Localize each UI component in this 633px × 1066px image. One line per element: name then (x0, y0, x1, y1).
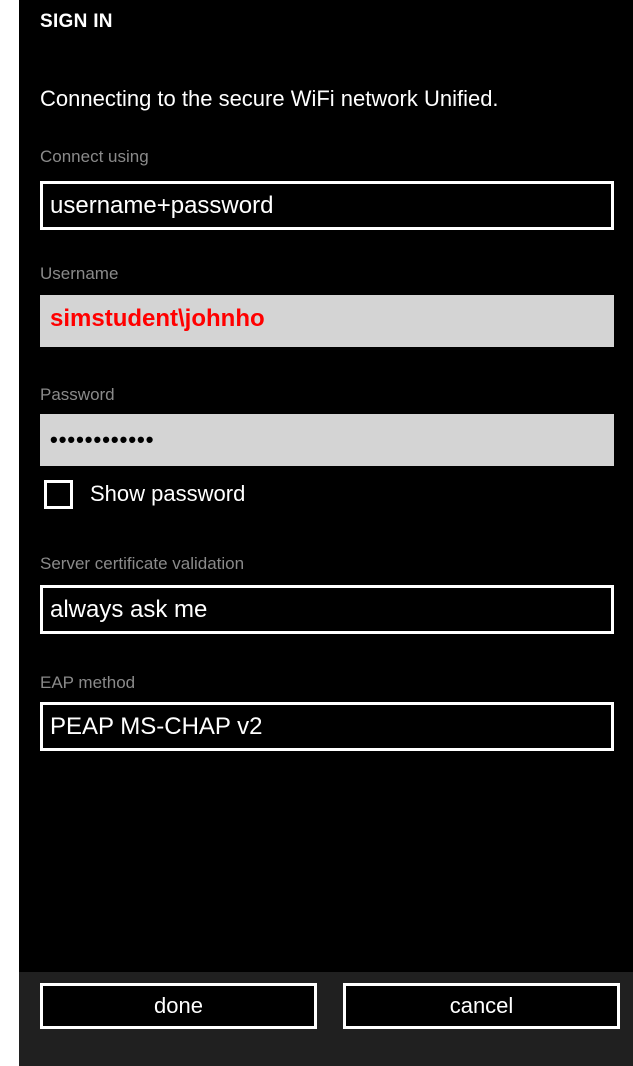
page-title: SIGN IN (40, 11, 113, 32)
cancel-button[interactable]: cancel (343, 983, 620, 1029)
username-label: Username (40, 264, 119, 283)
username-field[interactable]: simstudent\johnho (40, 295, 614, 347)
password-field[interactable]: •••••••••••• (40, 414, 614, 466)
server-cert-validation-picker[interactable]: always ask me (40, 585, 614, 634)
username-value: simstudent\johnho (50, 305, 265, 332)
connect-using-label: Connect using (40, 147, 149, 166)
network-description: Connecting to the secure WiFi network Un… (40, 86, 499, 111)
password-value: •••••••••••• (50, 427, 155, 452)
sign-in-screen: SIGN IN Connecting to the secure WiFi ne… (19, 0, 633, 1066)
show-password-row[interactable]: Show password (44, 477, 245, 511)
show-password-checkbox[interactable] (44, 479, 73, 509)
eap-method-picker[interactable]: PEAP MS-CHAP v2 (40, 702, 614, 751)
eap-method-label: EAP method (40, 673, 136, 692)
app-bar: done cancel (19, 972, 633, 1066)
server-cert-validation-label: Server certificate validation (40, 554, 245, 573)
connect-using-picker[interactable]: username+password (40, 181, 614, 230)
show-password-label: Show password (90, 481, 246, 506)
done-button[interactable]: done (40, 983, 317, 1029)
password-label: Password (40, 385, 115, 404)
